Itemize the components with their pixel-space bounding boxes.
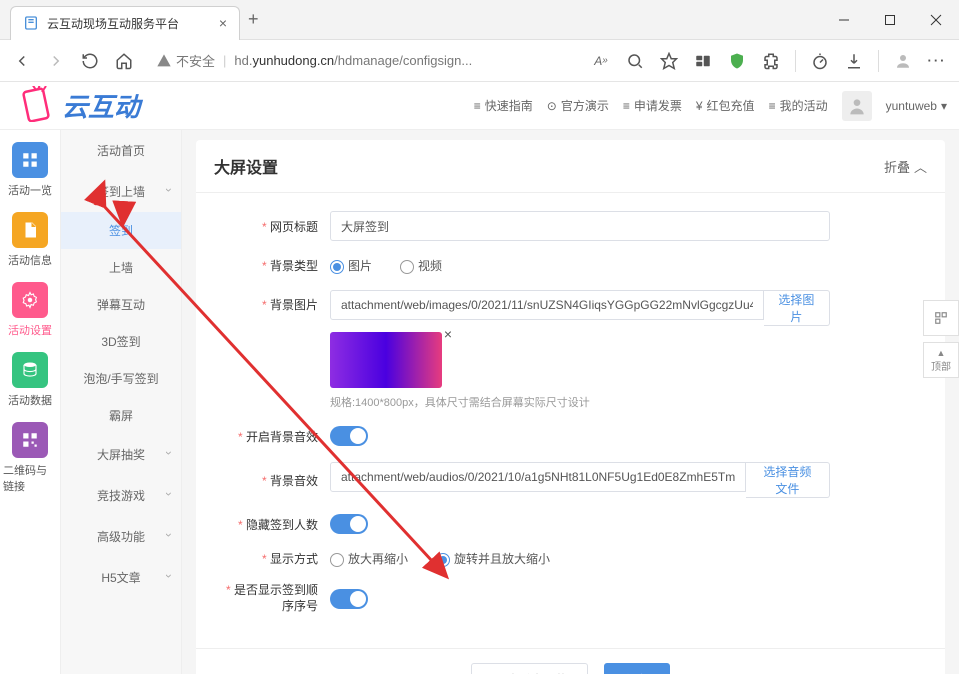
label-bg-sound: 背景音效 — [220, 472, 330, 489]
gear-icon — [12, 282, 48, 318]
app-logo[interactable]: 云互动 — [18, 86, 140, 125]
label-hide-sign-count: 隐藏签到人数 — [220, 516, 330, 533]
profile-icon[interactable] — [893, 51, 913, 71]
sub-item-danmu[interactable]: 弹幕互动 — [61, 286, 181, 323]
input-web-title[interactable] — [330, 211, 830, 241]
tab-title: 云互动现场互动服务平台 — [47, 15, 211, 32]
radio-bg-video[interactable]: 视频 — [400, 257, 442, 274]
select-image-button[interactable]: 选择图片 — [764, 290, 830, 326]
radio-bg-image[interactable]: 图片 — [330, 257, 372, 274]
more-icon[interactable]: ··· — [927, 51, 947, 71]
database-icon — [12, 352, 48, 388]
icon-sidebar: 活动一览 活动信息 活动设置 活动数据 二维码与链接 — [0, 130, 60, 674]
sidebar-item-qr[interactable]: 二维码与链接 — [3, 418, 57, 498]
tab-close-icon[interactable]: × — [219, 15, 227, 31]
sub-item-bully[interactable]: 霸屏 — [61, 397, 181, 434]
url-address[interactable]: 不安全 | hd.yunhudong.cn/hdmanage/configsig… — [148, 51, 577, 70]
search-icon[interactable] — [625, 51, 645, 71]
performance-icon[interactable] — [810, 51, 830, 71]
label-bg-type: 背景类型 — [220, 257, 330, 274]
float-top-button[interactable]: ▲顶部 — [923, 342, 959, 378]
sub-item-home[interactable]: 活动首页 — [61, 130, 181, 171]
username-dropdown[interactable]: yuntuweb ▾ — [886, 99, 947, 113]
float-qr-icon[interactable] — [923, 300, 959, 336]
sidebar-item-settings[interactable]: 活动设置 — [3, 278, 57, 342]
switch-bg-sound-on[interactable] — [330, 426, 368, 446]
logo-phone-icon — [18, 86, 58, 125]
nav-demo[interactable]: ⊙ 官方演示 — [547, 97, 609, 114]
window-maximize-icon[interactable] — [867, 0, 913, 40]
nav-invoice[interactable]: ≡ 申请发票 — [623, 97, 682, 114]
user-avatar[interactable] — [842, 91, 872, 121]
browser-url-bar: 不安全 | hd.yunhudong.cn/hdmanage/configsig… — [0, 40, 959, 82]
switch-show-order[interactable] — [330, 589, 368, 609]
sub-item-wall[interactable]: 上墙 — [61, 249, 181, 286]
favorites-icon[interactable] — [659, 51, 679, 71]
label-display-mode: 显示方式 — [220, 550, 330, 567]
sidebar-item-data[interactable]: 活动数据 — [3, 348, 57, 412]
label-web-title: 网页标题 — [220, 218, 330, 235]
sub-item-bubble[interactable]: 泡泡/手写签到 — [61, 360, 181, 397]
label-bg-image: 背景图片 — [220, 290, 330, 313]
sub-item-signwall[interactable]: 签到上墙 — [61, 171, 181, 212]
tab-favicon-icon — [23, 15, 39, 31]
sub-item-games[interactable]: 竞技游戏 — [61, 475, 181, 516]
download-icon[interactable] — [844, 51, 864, 71]
nav-home-icon[interactable] — [114, 51, 134, 71]
select-audio-button[interactable]: 选择音频文件 — [746, 462, 830, 498]
panel-title: 大屏设置 — [214, 154, 278, 178]
nav-refresh-icon[interactable] — [80, 51, 100, 71]
label-bg-sound-on: 开启背景音效 — [220, 428, 330, 445]
radio-display-rotate[interactable]: 旋转并且放大缩小 — [436, 550, 550, 567]
sub-item-sign[interactable]: 签到 — [61, 212, 181, 249]
window-minimize-icon[interactable] — [821, 0, 867, 40]
collapse-button[interactable]: 折叠 ︿ — [884, 157, 927, 176]
preview-bigscreen-button[interactable]: ▭ 查看大屏幕 — [471, 663, 588, 674]
save-button[interactable]: 保存 — [604, 663, 670, 674]
label-show-order: 是否显示签到顺序序号 — [220, 583, 330, 614]
shield-icon[interactable] — [727, 51, 747, 71]
logo-text: 云互动 — [62, 87, 140, 124]
content-area: 大屏设置 折叠 ︿ 网页标题 背景类型 图片 视频 背景图片 — [182, 130, 959, 674]
sub-item-3d[interactable]: 3D签到 — [61, 323, 181, 360]
window-close-icon[interactable] — [913, 0, 959, 40]
browser-tab[interactable]: 云互动现场互动服务平台 × — [10, 6, 240, 40]
translate-icon[interactable]: A» — [591, 51, 611, 71]
qr-icon — [12, 422, 48, 458]
chevron-up-icon: ︿ — [914, 157, 927, 176]
input-bg-sound-path[interactable] — [330, 462, 746, 492]
app-header: 云互动 ≡ 快速指南 ⊙ 官方演示 ≡ 申请发票 ¥ 红包充值 ≡ 我的活动 y… — [0, 82, 959, 130]
radio-display-zoom[interactable]: 放大再缩小 — [330, 550, 408, 567]
nav-back-icon[interactable] — [12, 51, 32, 71]
grid-icon — [12, 142, 48, 178]
input-bg-image-path[interactable] — [330, 290, 764, 320]
nav-quick-guide[interactable]: ≡ 快速指南 — [474, 97, 533, 114]
document-icon — [12, 212, 48, 248]
nav-forward-icon — [46, 51, 66, 71]
image-size-hint: 规格:1400*800px，具体尺寸需结合屏幕实际尺寸设计 — [330, 394, 830, 410]
sub-item-h5[interactable]: H5文章 — [61, 557, 181, 598]
sub-item-bigscreen-draw[interactable]: 大屏抽奖 — [61, 434, 181, 475]
insecure-warning-icon: 不安全 — [156, 51, 215, 70]
browser-tab-bar: 云互动现场互动服务平台 × + — [0, 0, 959, 40]
nav-my-activities[interactable]: ≡ 我的活动 — [769, 97, 828, 114]
collections-icon[interactable] — [693, 51, 713, 71]
bg-image-preview: × — [330, 332, 442, 388]
switch-hide-sign-count[interactable] — [330, 514, 368, 534]
extensions-icon[interactable] — [761, 51, 781, 71]
sidebar-item-info[interactable]: 活动信息 — [3, 208, 57, 272]
sub-item-advanced[interactable]: 高级功能 — [61, 516, 181, 557]
new-tab-icon[interactable]: + — [248, 9, 259, 30]
sub-sidebar: 活动首页 签到上墙 签到 上墙 弹幕互动 3D签到 泡泡/手写签到 霸屏 大屏抽… — [60, 130, 182, 674]
preview-close-icon[interactable]: × — [444, 326, 452, 342]
sidebar-item-overview[interactable]: 活动一览 — [3, 138, 57, 202]
nav-recharge[interactable]: ¥ 红包充值 — [696, 97, 755, 114]
